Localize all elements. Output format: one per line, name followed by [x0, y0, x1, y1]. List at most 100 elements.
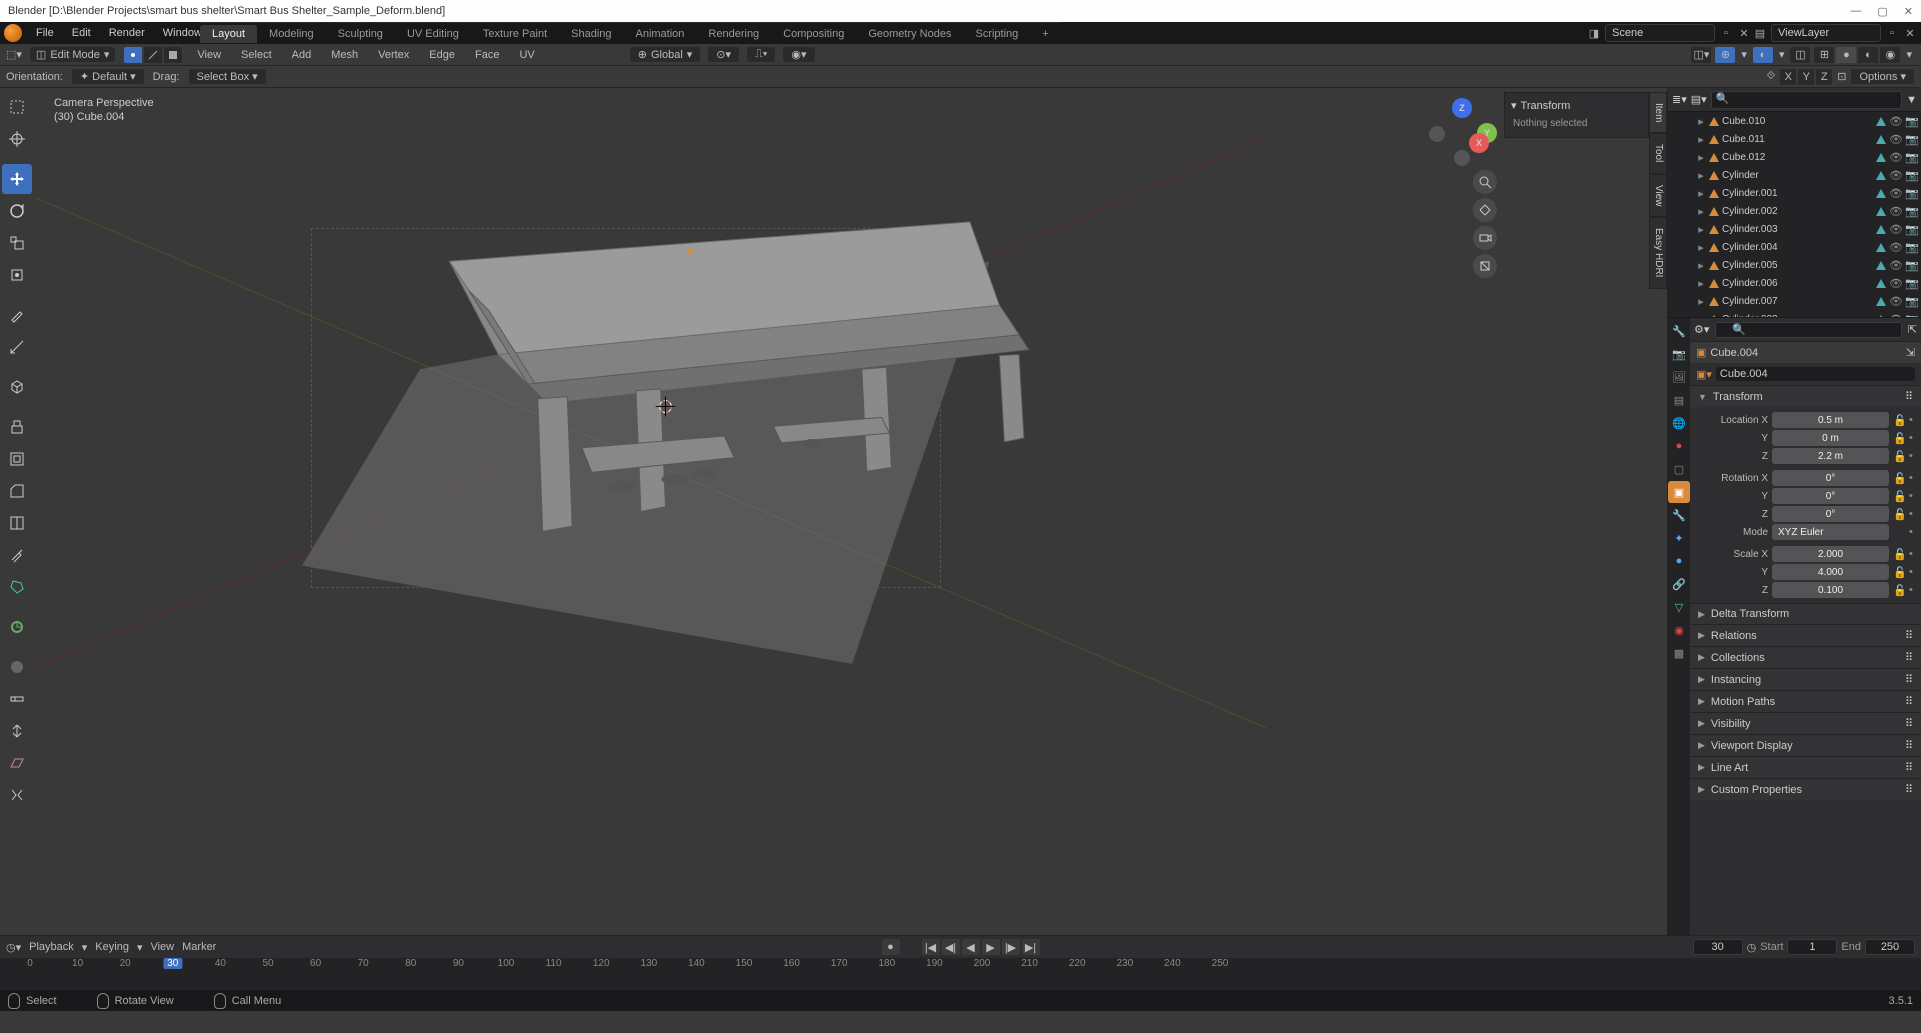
axis-y-button[interactable]: Y [1797, 68, 1815, 86]
tool-knife[interactable] [2, 540, 32, 570]
menu-face[interactable]: Face [469, 47, 505, 63]
expand-icon[interactable]: ▸ [1696, 187, 1706, 200]
tab-material-props[interactable]: ◉ [1668, 619, 1690, 641]
transform-orientation[interactable]: ⊕ Global ▾ [629, 46, 702, 63]
menu-view[interactable]: View [191, 47, 227, 63]
delete-scene-icon[interactable]: ✕ [1737, 26, 1751, 40]
render-icon[interactable]: 📷 [1905, 223, 1917, 236]
filter-icon[interactable]: ▼ [1906, 94, 1917, 106]
play-reverse-button[interactable]: ◀ [962, 939, 980, 955]
panel-menu-icon[interactable]: ⠿ [1905, 629, 1913, 642]
pin-icon[interactable]: ⇱ [1908, 323, 1917, 336]
outliner-search[interactable]: 🔍 [1711, 91, 1902, 109]
menu-edit[interactable]: Edit [64, 24, 99, 42]
axis-x-button[interactable]: X [1469, 133, 1489, 153]
tool-loop-cut[interactable] [2, 508, 32, 538]
tab-tool-props[interactable]: 🔧 [1668, 320, 1690, 342]
viewlayer-selector[interactable]: ▤ ▫ ✕ [1753, 24, 1917, 42]
panel-menu-icon[interactable]: ⠿ [1905, 695, 1913, 708]
scale-x-field[interactable]: 2.000 [1772, 546, 1889, 562]
outliner-item[interactable]: ▸Cylinder👁📷 [1668, 166, 1921, 184]
options-dropdown[interactable]: Options ▾ [1850, 68, 1915, 85]
rotation-mode-field[interactable]: XYZ Euler [1772, 524, 1889, 540]
animate-icon[interactable]: • [1909, 472, 1917, 484]
expand-icon[interactable]: ▸ [1696, 277, 1706, 290]
tab-item[interactable]: Item [1649, 92, 1667, 133]
minimize-icon[interactable]: — [1850, 5, 1861, 18]
tab-uv-editing[interactable]: UV Editing [395, 25, 471, 43]
eye-icon[interactable]: 👁 [1889, 133, 1901, 146]
new-scene-icon[interactable]: ▫ [1719, 26, 1733, 40]
menu-vertex[interactable]: Vertex [372, 47, 415, 63]
tab-easy-hdri[interactable]: Easy HDRI [1649, 217, 1667, 288]
lock-icon[interactable]: 🔓 [1893, 548, 1905, 561]
outliner-item[interactable]: ▸Cylinder.001👁📷 [1668, 184, 1921, 202]
tool-measure[interactable] [2, 332, 32, 362]
animate-icon[interactable]: • [1909, 490, 1917, 502]
expand-icon[interactable]: ▸ [1696, 241, 1706, 254]
tab-data-props[interactable]: ▽ [1668, 596, 1690, 618]
panel-header[interactable]: ▶Line Art⠿ [1690, 757, 1921, 778]
expand-icon[interactable]: ▸ [1696, 133, 1706, 146]
tab-animation[interactable]: Animation [624, 25, 697, 43]
rotation-y-field[interactable]: 0° [1772, 488, 1889, 504]
expand-icon[interactable]: ▸ [1696, 295, 1706, 308]
tab-world-props[interactable]: ● [1668, 435, 1690, 457]
tab-rendering[interactable]: Rendering [696, 25, 771, 43]
expand-icon[interactable]: ▸ [1696, 151, 1706, 164]
tab-view[interactable]: View [1649, 174, 1667, 218]
animate-icon[interactable]: • [1909, 526, 1917, 538]
menu-uv[interactable]: UV [513, 47, 540, 63]
panel-menu-icon[interactable]: ⠿ [1905, 783, 1913, 796]
show-gizmo-button[interactable]: ⊕ [1714, 46, 1736, 64]
tab-scripting[interactable]: Scripting [963, 25, 1030, 43]
outliner-editor-icon[interactable]: ≣▾ [1672, 93, 1687, 106]
lock-icon[interactable]: 🔓 [1893, 472, 1905, 485]
transform-panel-header[interactable]: ▼ Transform ⠿ [1690, 386, 1921, 407]
eye-icon[interactable]: 👁 [1889, 223, 1901, 236]
outliner-item[interactable]: ▸Cylinder.002👁📷 [1668, 202, 1921, 220]
scene-input[interactable] [1605, 24, 1715, 42]
pan-button[interactable] [1473, 198, 1497, 222]
breadcrumb-object[interactable]: Cube.004 [1710, 347, 1758, 359]
correct-uvs-icon[interactable]: ⊡ [1837, 70, 1846, 83]
render-icon[interactable]: 📷 [1905, 115, 1917, 128]
outliner-item[interactable]: ▸Cylinder.004👁📷 [1668, 238, 1921, 256]
tab-viewlayer-props[interactable]: ▤ [1668, 389, 1690, 411]
location-y-field[interactable]: 0 m [1772, 430, 1889, 446]
animate-icon[interactable]: • [1909, 508, 1917, 520]
expand-icon[interactable]: ▸ [1696, 259, 1706, 272]
edge-select-button[interactable] [143, 46, 163, 64]
mode-selector[interactable]: ◫ Edit Mode ▾ [30, 47, 115, 62]
orientation-dropdown[interactable]: ✦ Default ▾ [71, 68, 145, 85]
menu-render[interactable]: Render [101, 24, 153, 42]
menu-view[interactable]: View [150, 941, 174, 953]
jump-end-button[interactable]: ▶| [1022, 939, 1040, 955]
tool-select-box[interactable] [2, 92, 32, 122]
shading-solid-button[interactable]: ● [1835, 46, 1857, 64]
tool-transform[interactable] [2, 260, 32, 290]
outliner-item[interactable]: ▸Cube.011👁📷 [1668, 130, 1921, 148]
render-icon[interactable]: 📷 [1905, 259, 1917, 272]
tool-edge-slide[interactable] [2, 684, 32, 714]
display-mode-icon[interactable]: ▤▾ [1691, 93, 1707, 106]
outliner-item[interactable]: ▸Cylinder.008👁📷 [1668, 310, 1921, 318]
shading-matpreview-button[interactable]: ◐ [1857, 46, 1879, 64]
menu-add[interactable]: Add [286, 47, 318, 63]
animate-icon[interactable]: • [1909, 566, 1917, 578]
normals-icon[interactable]: ⟐ [1767, 70, 1776, 83]
tool-shear[interactable] [2, 748, 32, 778]
expand-icon[interactable]: ▸ [1696, 169, 1706, 182]
proportional-edit[interactable]: ◉▾ [782, 46, 815, 63]
tab-tool[interactable]: Tool [1649, 133, 1667, 173]
axis-x-button[interactable]: X [1779, 68, 1797, 86]
jump-start-button[interactable]: |◀ [922, 939, 940, 955]
axis-z-button[interactable]: Z [1815, 68, 1833, 86]
expand-icon[interactable]: ▸ [1696, 223, 1706, 236]
tool-scale[interactable] [2, 228, 32, 258]
panel-menu-icon[interactable]: ⠿ [1905, 651, 1913, 664]
lock-icon[interactable]: 🔓 [1893, 566, 1905, 579]
animate-icon[interactable]: • [1909, 414, 1917, 426]
tab-modeling[interactable]: Modeling [257, 25, 326, 43]
location-z-field[interactable]: 2.2 m [1772, 448, 1889, 464]
